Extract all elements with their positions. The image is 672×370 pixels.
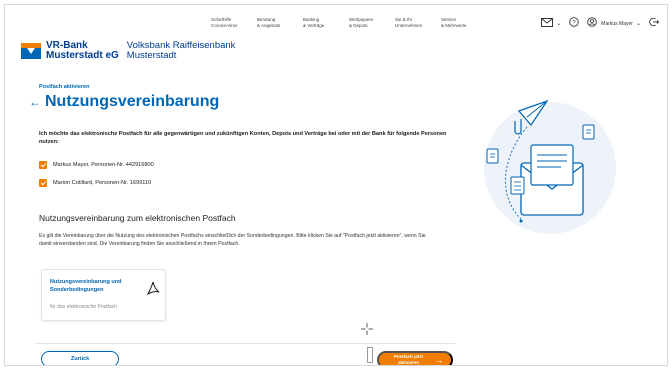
- mail-icon[interactable]: [541, 17, 554, 30]
- help-icon[interactable]: ?: [569, 17, 580, 30]
- nav-item-beratung[interactable]: Beratung & Angebote: [257, 17, 303, 29]
- bank-subtitle-line2: Musterstadt: [126, 50, 177, 61]
- document-icon: [510, 176, 525, 195]
- person-checkbox[interactable]: [39, 161, 47, 169]
- page-title: Nutzungsvereinbarung: [45, 93, 220, 110]
- person-row[interactable]: Markus Mayer, Personen-Nr. 442916800: [39, 161, 154, 169]
- nav-item-service[interactable]: Service & Mehrwerte: [441, 17, 487, 29]
- nav-item-corona[interactable]: Soforthilfe Corona-Virus: [211, 17, 257, 29]
- bank-logo[interactable]: VR-Bank Musterstadt eG Volksbank Raiffei…: [21, 41, 235, 61]
- pdf-icon: [146, 281, 160, 296]
- header: VR-Bank Musterstadt eG Volksbank Raiffei…: [5, 5, 667, 63]
- breadcrumb[interactable]: Postfach aktivieren: [39, 84, 89, 90]
- title-row: ← Nutzungsvereinbarung: [29, 93, 219, 111]
- back-arrow-icon[interactable]: ←: [29, 95, 41, 109]
- nav-item-wertpapiere[interactable]: Wertpapiere & Depots: [349, 17, 395, 29]
- activate-mailbox-button[interactable]: Postfach jetzt aktivieren →: [377, 351, 453, 365]
- mail-illustration: [484, 99, 616, 234]
- person-label: Markus Mayer, Personen-Nr. 442916800: [53, 162, 154, 168]
- document-title: Nutzungsvereinbarung und Sonderbedingung…: [50, 279, 122, 293]
- header-actions: ⌄ ? Markus Mayer ⌄: [533, 17, 660, 30]
- user-icon[interactable]: [587, 17, 598, 30]
- document-card[interactable]: Nutzungsvereinbarung und Sonderbedingung…: [41, 269, 166, 321]
- chevron-down-icon[interactable]: ⌄: [636, 19, 641, 29]
- footer-divider: [35, 343, 455, 344]
- chevron-down-icon[interactable]: ⌄: [556, 19, 561, 29]
- svg-text:?: ?: [573, 20, 577, 26]
- app-frame: VR-Bank Musterstadt eG Volksbank Raiffei…: [4, 4, 668, 366]
- person-row[interactable]: Marion Cotillard, Personen-Nr. 1699110: [39, 179, 151, 187]
- document-icon: [486, 148, 499, 164]
- logout-icon[interactable]: [649, 17, 660, 30]
- back-button[interactable]: Zurück: [41, 351, 119, 365]
- text-cursor-handle: [367, 347, 373, 363]
- person-label: Marion Cotillard, Personen-Nr. 1699110: [53, 180, 152, 186]
- bank-name-line2: Musterstadt eG: [46, 50, 119, 61]
- arrow-right-icon: →: [434, 355, 444, 365]
- bank-logo-icon: [21, 43, 41, 59]
- top-navigation: Soforthilfe Corona-Virus Beratung & Angebo…: [211, 17, 487, 29]
- document-subtitle: für das elektronische Postfach: [50, 304, 117, 310]
- nav-item-banking[interactable]: Banking & Verträge: [303, 17, 349, 29]
- user-name[interactable]: Markus Mayer: [601, 21, 633, 27]
- section-text: Es gilt die Vereinbarung über die Nutzun…: [39, 233, 426, 247]
- activate-mailbox-label: Postfach jetzt aktivieren: [393, 354, 424, 365]
- crosshair-cursor-icon: [361, 323, 373, 338]
- person-checkbox[interactable]: [39, 179, 47, 187]
- intro-text: Ich möchte das elektronische Postfach fü…: [39, 131, 447, 145]
- nav-item-unternehmen[interactable]: Sie & Ihr Unternehmen: [395, 17, 441, 29]
- section-title: Nutzungsvereinbarung zum elektronischen …: [39, 213, 236, 223]
- document-icon: [582, 124, 595, 140]
